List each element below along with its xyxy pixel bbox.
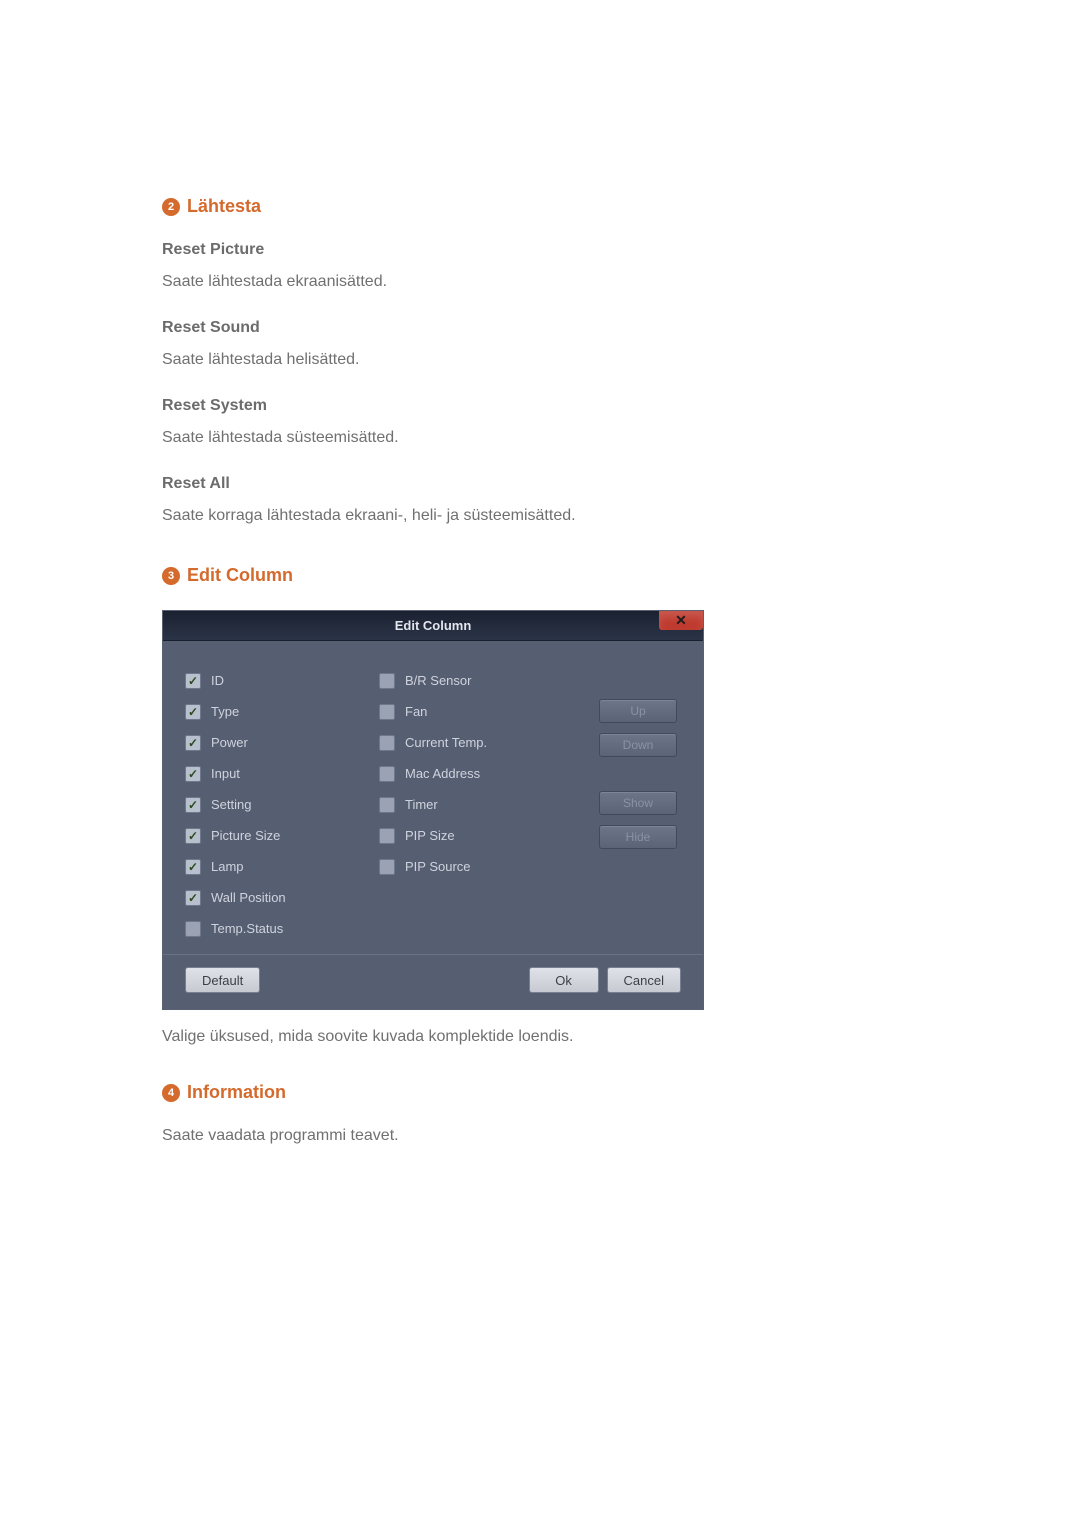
down-button[interactable]: Down — [599, 733, 677, 757]
item-label: Lamp — [211, 859, 244, 874]
list-item[interactable]: PIP Source — [379, 851, 565, 882]
cancel-button[interactable]: Cancel — [607, 967, 681, 993]
list-item[interactable]: ID — [185, 665, 371, 696]
list-item[interactable]: PIP Size — [379, 820, 565, 851]
section4-number-badge: 4 — [162, 1084, 180, 1102]
section3-title: Edit Column — [187, 565, 293, 586]
checkbox[interactable] — [185, 921, 201, 937]
ok-button[interactable]: Ok — [529, 967, 599, 993]
hide-button[interactable]: Hide — [599, 825, 677, 849]
reset-sound-heading: Reset Sound — [162, 319, 918, 337]
checkbox[interactable] — [185, 890, 201, 906]
section2-number-badge: 2 — [162, 198, 180, 216]
section4-body: Saate vaadata programmi teavet. — [162, 1127, 918, 1145]
checkbox[interactable] — [379, 828, 395, 844]
dialog-titlebar: Edit Column ✕ — [163, 611, 703, 641]
item-label: Timer — [405, 797, 438, 812]
item-label: Current Temp. — [405, 735, 487, 750]
list-item[interactable]: Timer — [379, 789, 565, 820]
list-item[interactable]: Power — [185, 727, 371, 758]
reset-system-body: Saate lähtestada süsteemisätted. — [162, 429, 918, 447]
section2-heading: 2 Lähtesta — [162, 196, 918, 217]
section2-title: Lähtesta — [187, 196, 261, 217]
reset-all-block: Reset All Saate korraga lähtestada ekraa… — [162, 475, 918, 525]
list-item[interactable]: Type — [185, 696, 371, 727]
reset-all-body: Saate korraga lähtestada ekraani-, heli-… — [162, 507, 918, 525]
checkbox[interactable] — [379, 766, 395, 782]
close-button[interactable]: ✕ — [659, 611, 703, 630]
checkbox[interactable] — [185, 704, 201, 720]
side-button-group: Up Down Show Hide — [573, 665, 681, 944]
dialog-title: Edit Column — [163, 618, 703, 633]
list-item[interactable]: Lamp — [185, 851, 371, 882]
item-label: Mac Address — [405, 766, 480, 781]
checkbox[interactable] — [379, 673, 395, 689]
checkbox[interactable] — [185, 859, 201, 875]
list-item[interactable]: Setting — [185, 789, 371, 820]
list-item[interactable]: Picture Size — [185, 820, 371, 851]
reset-sound-block: Reset Sound Saate lähtestada helisätted. — [162, 319, 918, 369]
section3-body: Valige üksused, mida soovite kuvada komp… — [162, 1028, 918, 1046]
list-item[interactable]: Mac Address — [379, 758, 565, 789]
dialog-body: ID Type Power Input Setting — [163, 641, 703, 954]
right-column: B/R Sensor Fan Current Temp. Mac Address… — [379, 665, 565, 944]
reset-picture-block: Reset Picture Saate lähtestada ekraanisä… — [162, 241, 918, 291]
item-label: PIP Size — [405, 828, 455, 843]
list-item[interactable]: Wall Position — [185, 882, 371, 913]
section4-heading: 4 Information — [162, 1082, 918, 1103]
list-item[interactable]: B/R Sensor — [379, 665, 565, 696]
reset-picture-body: Saate lähtestada ekraanisätted. — [162, 273, 918, 291]
reset-system-block: Reset System Saate lähtestada süsteemisä… — [162, 397, 918, 447]
close-icon: ✕ — [675, 612, 687, 629]
list-item[interactable]: Input — [185, 758, 371, 789]
reset-picture-heading: Reset Picture — [162, 241, 918, 259]
item-label: Temp.Status — [211, 921, 283, 936]
checkbox[interactable] — [185, 766, 201, 782]
list-item[interactable]: Temp.Status — [185, 913, 371, 944]
item-label: PIP Source — [405, 859, 471, 874]
checkbox[interactable] — [379, 704, 395, 720]
checkbox[interactable] — [185, 735, 201, 751]
checkbox[interactable] — [379, 859, 395, 875]
item-label: Power — [211, 735, 248, 750]
default-button[interactable]: Default — [185, 967, 260, 993]
item-label: ID — [211, 673, 224, 688]
left-column: ID Type Power Input Setting — [185, 665, 371, 944]
list-item[interactable]: Current Temp. — [379, 727, 565, 758]
checkbox[interactable] — [185, 673, 201, 689]
edit-column-dialog: Edit Column ✕ ID Type Power — [162, 610, 704, 1010]
section4-title: Information — [187, 1082, 286, 1103]
show-button[interactable]: Show — [599, 791, 677, 815]
reset-sound-body: Saate lähtestada helisätted. — [162, 351, 918, 369]
item-label: Picture Size — [211, 828, 280, 843]
item-label: Wall Position — [211, 890, 286, 905]
checkbox[interactable] — [379, 735, 395, 751]
dialog-footer: Default Ok Cancel — [163, 954, 703, 1009]
checkbox[interactable] — [379, 797, 395, 813]
reset-system-heading: Reset System — [162, 397, 918, 415]
section3-heading: 3 Edit Column — [162, 565, 918, 586]
checkbox[interactable] — [185, 797, 201, 813]
up-button[interactable]: Up — [599, 699, 677, 723]
checkbox[interactable] — [185, 828, 201, 844]
section3-number-badge: 3 — [162, 567, 180, 585]
list-item[interactable]: Fan — [379, 696, 565, 727]
reset-all-heading: Reset All — [162, 475, 918, 493]
item-label: B/R Sensor — [405, 673, 471, 688]
item-label: Setting — [211, 797, 251, 812]
item-label: Fan — [405, 704, 427, 719]
item-label: Input — [211, 766, 240, 781]
item-label: Type — [211, 704, 239, 719]
